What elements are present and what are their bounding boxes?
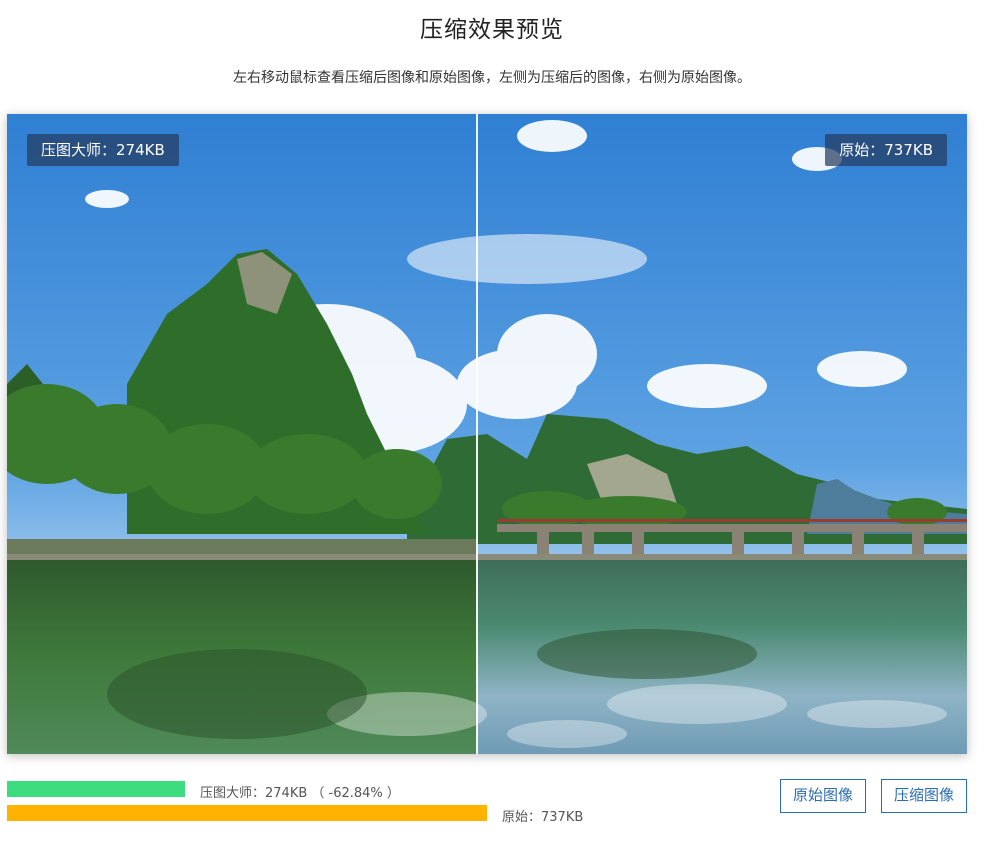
- original-size-label: 原始：737KB: [502, 810, 584, 825]
- page-title: 压缩效果预览: [420, 17, 564, 43]
- view-original-button[interactable]: 原始图像: [780, 779, 866, 813]
- instruction-text: 左右移动鼠标查看压缩后图像和原始图像，左侧为压缩后的图像，右侧为原始图像。: [233, 70, 751, 86]
- landscape-photo: [7, 114, 967, 754]
- original-size-bar: [7, 805, 487, 821]
- compressed-size-label: 压图大师：274KB （ -62.84% ）: [200, 786, 400, 801]
- comparison-divider-handle[interactable]: [476, 114, 478, 754]
- view-compressed-button[interactable]: 压缩图像: [881, 779, 967, 813]
- compressed-size-bar: [7, 781, 185, 797]
- compressed-size-tag: 压图大师：274KB: [27, 134, 179, 166]
- original-size-tag: 原始：737KB: [825, 134, 947, 166]
- compare-viewer[interactable]: 压图大师：274KB 原始：737KB: [7, 114, 967, 754]
